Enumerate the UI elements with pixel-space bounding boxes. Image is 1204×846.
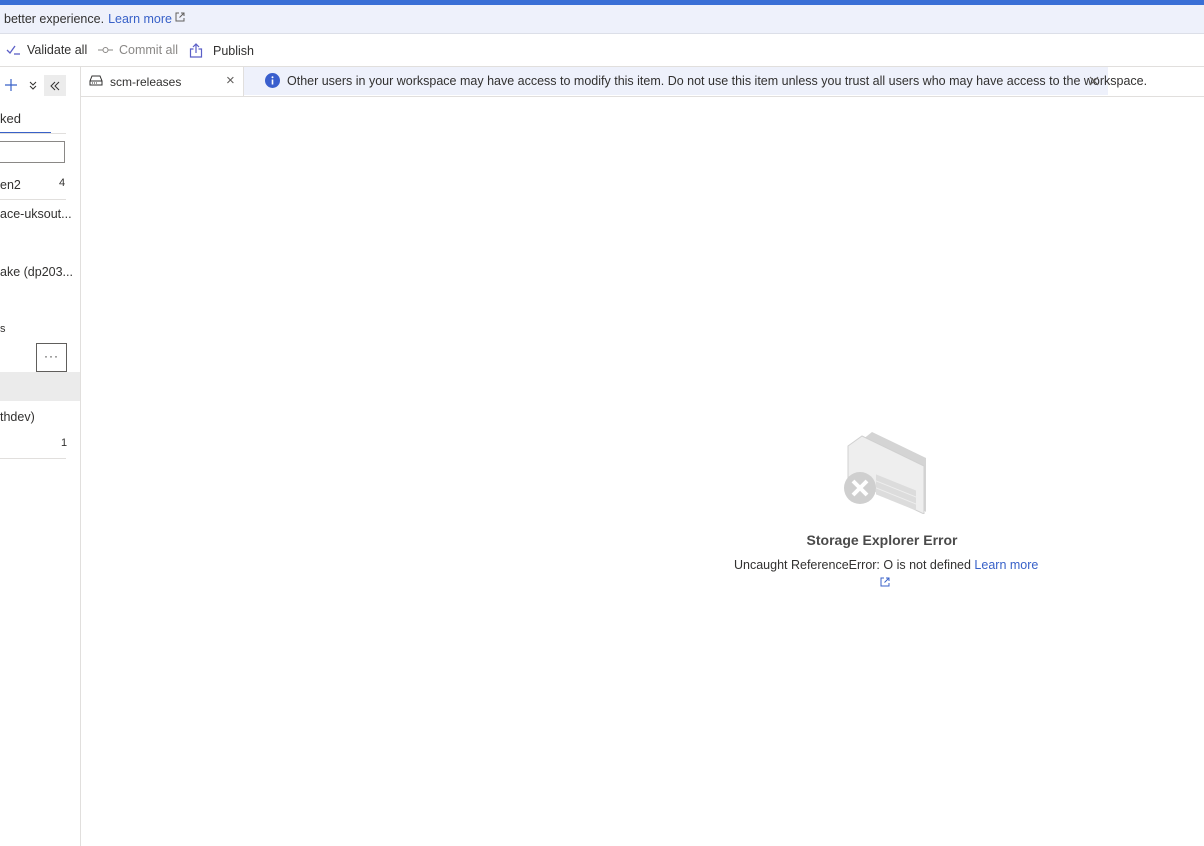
notice-text: better experience. Learn more [4,12,185,26]
publish-icon [189,43,203,58]
error-learn-more-link[interactable]: Learn more [974,558,1038,572]
tree-divider-2 [0,458,66,459]
validate-all-label: Validate all [27,43,88,57]
filter-input[interactable] [0,141,65,163]
banner-close-icon[interactable] [1089,76,1099,86]
publish-label: Publish [213,43,254,58]
tree-item-datalake[interactable]: ake (dp203... [0,265,73,279]
external-link-icon [175,12,185,22]
tree-item-count-2: 1 [61,437,68,449]
tree-item-partial[interactable]: s [0,323,6,335]
commit-all-button[interactable]: Commit all [98,43,178,57]
error-message-line: Uncaught ReferenceError: O is not define… [734,558,1038,572]
add-icon[interactable] [4,78,18,92]
double-chevron-left-icon [50,81,60,91]
tree-item-count: 4 [59,177,66,189]
tab-label: scm-releases [110,75,182,89]
publish-button[interactable]: Publish [189,43,254,58]
more-options-button[interactable]: ··· [36,343,67,372]
commit-all-label: Commit all [119,43,179,57]
notice-message: better experience. [4,12,105,26]
validate-all-button[interactable]: Validate all [6,43,87,57]
collapse-all-icon[interactable] [28,80,38,90]
commit-icon [98,47,113,53]
info-icon [265,73,280,88]
error-message: Uncaught ReferenceError: O is not define… [734,558,971,572]
error-illustration [844,432,926,514]
left-panel: ked en2 4 ace-uksout... ake (dp203... s … [0,67,81,846]
error-title: Storage Explorer Error [806,532,958,548]
collapse-panel-button[interactable] [44,75,66,96]
tab-scm-releases[interactable]: scm-releases × [81,67,244,96]
notice-learn-more-link[interactable]: Learn more [108,12,172,26]
banner-message: Other users in your workspace may have a… [287,74,1148,88]
panel-tab-linked[interactable]: ked [0,111,21,126]
toolbar [0,34,1204,67]
more-options-icon: ··· [44,349,59,363]
storage-container-icon [89,75,103,86]
tab-close-icon[interactable]: × [226,72,235,89]
tree-item-dev[interactable]: thdev) [0,410,35,424]
tab-divider [0,133,66,134]
tree-item-workspace[interactable]: ace-uksout... [0,207,72,221]
tree-divider [0,199,66,200]
selected-tree-row[interactable] [0,372,80,401]
validate-check-icon [6,45,20,55]
tree-item-adls-gen2[interactable]: en2 [0,178,21,192]
external-link-icon-2[interactable] [880,577,890,587]
